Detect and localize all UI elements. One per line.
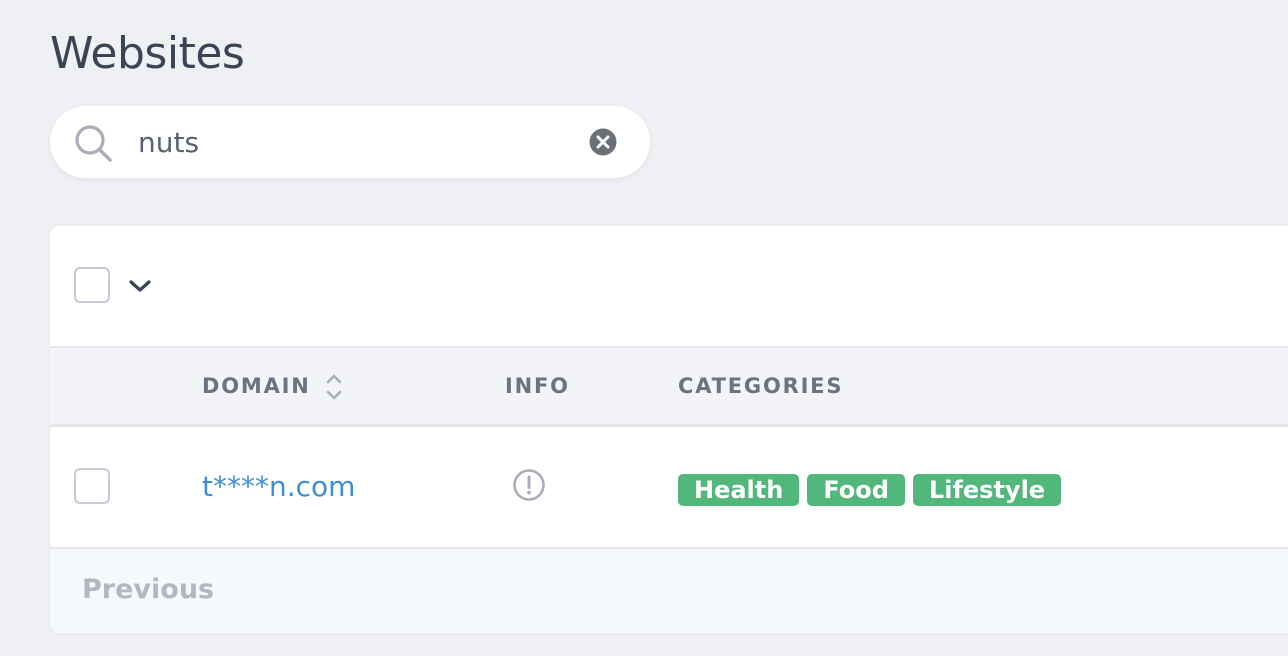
page-title: Websites: [50, 28, 245, 79]
sort-icon[interactable]: [324, 372, 344, 402]
previous-button[interactable]: Previous: [82, 573, 214, 607]
column-header-categories: CATEGORIES: [678, 374, 844, 398]
search-bar: [50, 106, 650, 178]
category-tags: Health Food Lifestyle: [678, 474, 1062, 506]
category-tag: Health: [678, 474, 800, 506]
page: Websites DOMAIN INFO CATEGORIES: [0, 0, 1288, 656]
table-row: t****n.com Health Food Lifestyle: [50, 427, 1288, 549]
column-header-info: INFO: [505, 374, 570, 398]
column-header-domain[interactable]: DOMAIN: [202, 373, 311, 399]
category-tag: Lifestyle: [912, 474, 1062, 506]
category-tag: Food: [807, 474, 905, 506]
select-all-checkbox[interactable]: [74, 267, 110, 303]
search-input[interactable]: [138, 124, 568, 160]
domain-link[interactable]: t****n.com: [202, 470, 355, 504]
table-footer: Previous: [50, 549, 1288, 633]
search-icon: [75, 125, 112, 162]
chevron-down-icon[interactable]: [126, 274, 154, 298]
table-toolbar: [50, 226, 1288, 348]
alert-circle-icon[interactable]: [512, 468, 546, 502]
clear-icon[interactable]: [589, 128, 617, 156]
row-checkbox[interactable]: [74, 468, 110, 504]
websites-table: DOMAIN INFO CATEGORIES t****n.com Health…: [50, 226, 1288, 633]
table-header: DOMAIN INFO CATEGORIES: [50, 348, 1288, 427]
